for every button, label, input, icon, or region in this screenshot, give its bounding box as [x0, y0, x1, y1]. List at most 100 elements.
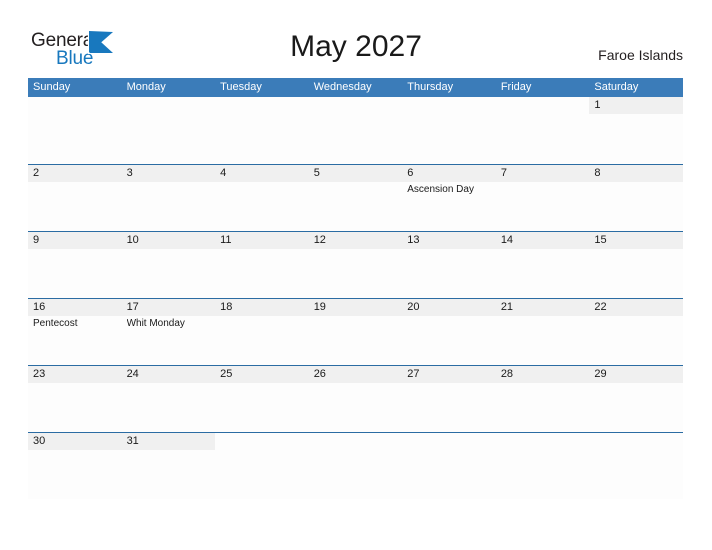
date-band: [28, 97, 122, 114]
dow-saturday: Saturday: [594, 81, 639, 93]
date-number: 12: [313, 234, 326, 246]
calendar-day-cell[interactable]: 15: [589, 232, 683, 298]
calendar-day-cell[interactable]: 29: [589, 366, 683, 432]
calendar-day-cell[interactable]: 6 Ascension Day: [402, 165, 496, 231]
date-band: [402, 97, 496, 114]
date-number: 9: [33, 234, 40, 246]
calendar-day-cell-empty: [496, 97, 590, 164]
date-number: 25: [220, 368, 233, 380]
calendar-day-cell[interactable]: 24: [121, 366, 216, 432]
calendar-week-row: 30 31: [28, 432, 683, 499]
date-band: [121, 165, 216, 182]
calendar-day-cell[interactable]: 5: [308, 165, 403, 231]
calendar-day-cell[interactable]: 26: [308, 366, 403, 432]
calendar-day-cell[interactable]: 9: [28, 232, 122, 298]
date-number: 5: [313, 167, 320, 179]
holiday-event-label: Pentecost: [33, 318, 78, 329]
calendar-day-cell[interactable]: 3: [121, 165, 216, 231]
date-band: [495, 165, 590, 182]
calendar-day-cell-empty: [402, 97, 496, 164]
date-number: 22: [594, 301, 607, 313]
date-band: [215, 165, 309, 182]
date-band: [309, 433, 403, 450]
date-band: [309, 97, 403, 114]
calendar-day-cell-empty: [28, 97, 122, 164]
date-number: 2: [33, 167, 40, 179]
date-band: [28, 165, 122, 182]
date-number: 8: [594, 167, 601, 179]
date-band: [402, 165, 496, 182]
date-number: 31: [126, 435, 139, 447]
calendar-day-cell[interactable]: 20: [402, 299, 496, 365]
calendar-day-cell[interactable]: 23: [28, 366, 122, 432]
calendar-day-cell[interactable]: 2: [28, 165, 122, 231]
date-band: [215, 433, 309, 450]
calendar-week-inner: 2 3 4 5 6 Ascension Day 7 8: [28, 165, 683, 231]
calendar-day-cell[interactable]: 1: [589, 97, 683, 164]
date-number: 28: [500, 368, 514, 380]
calendar-day-cell[interactable]: 18: [215, 299, 309, 365]
day-of-week-header: Sunday Monday Tuesday Wednesday Thursday…: [28, 78, 683, 97]
date-number: 15: [594, 234, 607, 246]
calendar-week-row: 23 24 25 26 27 28 29: [28, 365, 683, 432]
date-number: 26: [313, 368, 326, 380]
date-number: 27: [407, 368, 420, 380]
calendar-day-cell[interactable]: 25: [215, 366, 309, 432]
calendar-day-cell-empty: [589, 433, 683, 499]
holiday-event-label: Ascension Day: [407, 184, 474, 195]
calendar-day-cell[interactable]: 12: [308, 232, 403, 298]
calendar-day-cell-empty: [309, 433, 403, 499]
dow-monday: Monday: [126, 81, 166, 93]
page-header: General Blue May 2027 Faroe Islands: [0, 0, 712, 76]
calendar-table: Sunday Monday Tuesday Wednesday Thursday…: [28, 78, 683, 499]
date-number: 19: [313, 301, 326, 313]
calendar-day-cell[interactable]: 13: [402, 232, 496, 298]
date-number: 14: [500, 234, 514, 246]
dow-tuesday: Tuesday: [220, 81, 262, 93]
calendar-day-cell[interactable]: 14: [495, 232, 590, 298]
dow-thursday: Thursday: [407, 81, 454, 93]
calendar-day-cell[interactable]: 30: [28, 433, 122, 499]
date-band: [496, 433, 590, 450]
calendar-day-cell[interactable]: 10: [121, 232, 216, 298]
calendar-week-row: 16 Pentecost 17 Whit Monday 18 19 20 21 22: [28, 298, 683, 365]
calendar-day-cell[interactable]: 31: [121, 433, 216, 499]
calendar-page: General Blue May 2027 Faroe Islands Sund…: [0, 0, 712, 550]
date-band: [308, 165, 403, 182]
date-number: 18: [220, 301, 233, 313]
calendar-week-row: 2 3 4 5 6 Ascension Day 7 8: [28, 164, 683, 231]
date-number: 17: [126, 301, 139, 313]
calendar-week-inner: 30 31: [28, 433, 683, 499]
calendar-day-cell[interactable]: 7: [495, 165, 590, 231]
calendar-day-cell[interactable]: 8: [589, 165, 683, 231]
date-number: 13: [407, 234, 420, 246]
calendar-day-cell[interactable]: 27: [402, 366, 496, 432]
calendar-day-cell[interactable]: 21: [495, 299, 590, 365]
date-number: 11: [220, 234, 232, 246]
calendar-weeks: 1 2 3 4 5 6 Ascension Day 7 8 9 10 11 12 13 14 15 16 Pent…: [28, 97, 683, 499]
date-number: 6: [407, 167, 414, 179]
calendar-day-cell[interactable]: 4: [215, 165, 309, 231]
date-number: 3: [126, 167, 133, 179]
calendar-day-cell-empty: [122, 97, 216, 164]
calendar-week-row: 1: [28, 97, 683, 164]
calendar-day-cell[interactable]: 22: [589, 299, 683, 365]
calendar-day-cell-empty: [215, 433, 309, 499]
calendar-day-cell[interactable]: 11: [215, 232, 309, 298]
calendar-day-cell[interactable]: 28: [495, 366, 590, 432]
calendar-day-cell[interactable]: 17 Whit Monday: [121, 299, 216, 365]
calendar-week-inner: 1: [28, 97, 683, 164]
date-band: [122, 97, 216, 114]
date-number: 24: [126, 368, 139, 380]
date-band: [215, 97, 309, 114]
calendar-day-cell[interactable]: 19: [308, 299, 403, 365]
calendar-week-row: 9 10 11 12 13 14 15: [28, 231, 683, 298]
dow-wednesday: Wednesday: [313, 81, 372, 93]
date-number: 30: [33, 435, 46, 447]
dow-friday: Friday: [500, 81, 532, 93]
date-number: 1: [594, 99, 601, 111]
calendar-week-inner: 23 24 25 26 27 28 29: [28, 366, 683, 432]
date-number: 7: [500, 167, 507, 179]
date-number: 20: [407, 301, 420, 313]
calendar-day-cell[interactable]: 16 Pentecost: [28, 299, 122, 365]
